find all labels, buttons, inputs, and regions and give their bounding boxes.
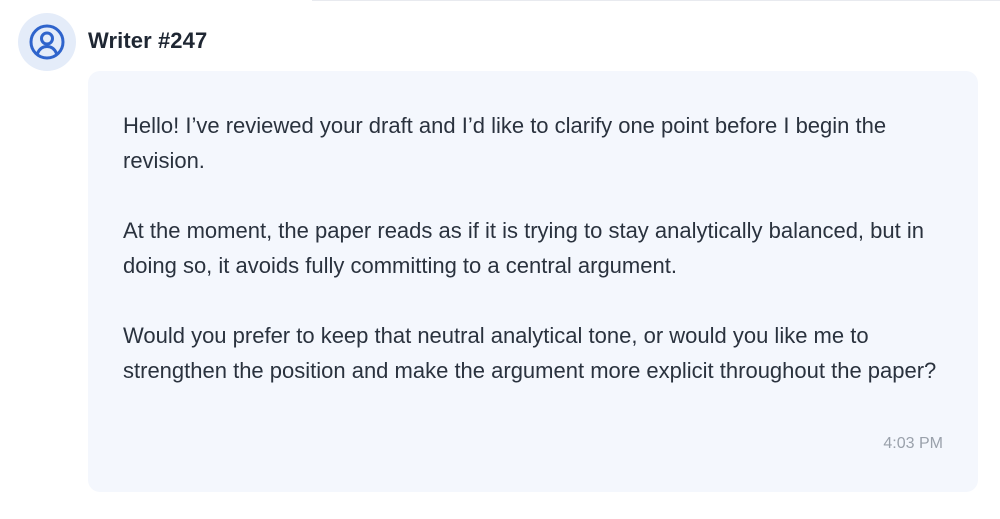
message-paragraph: Would you prefer to keep that neutral an… (123, 323, 937, 383)
message-bubble: Hello! I’ve reviewed your draft and I’d … (88, 71, 978, 492)
avatar[interactable] (18, 13, 76, 71)
message-paragraph: At the moment, the paper reads as if it … (123, 218, 924, 278)
message-paragraph: Hello! I’ve reviewed your draft and I’d … (123, 113, 887, 173)
message-timestamp: 4:03 PM (883, 435, 943, 452)
chat-message: Writer #247 Hello! I’ve reviewed your dr… (0, 0, 1000, 519)
user-circle-icon (28, 23, 66, 61)
author-name: Writer #247 (88, 28, 208, 53)
